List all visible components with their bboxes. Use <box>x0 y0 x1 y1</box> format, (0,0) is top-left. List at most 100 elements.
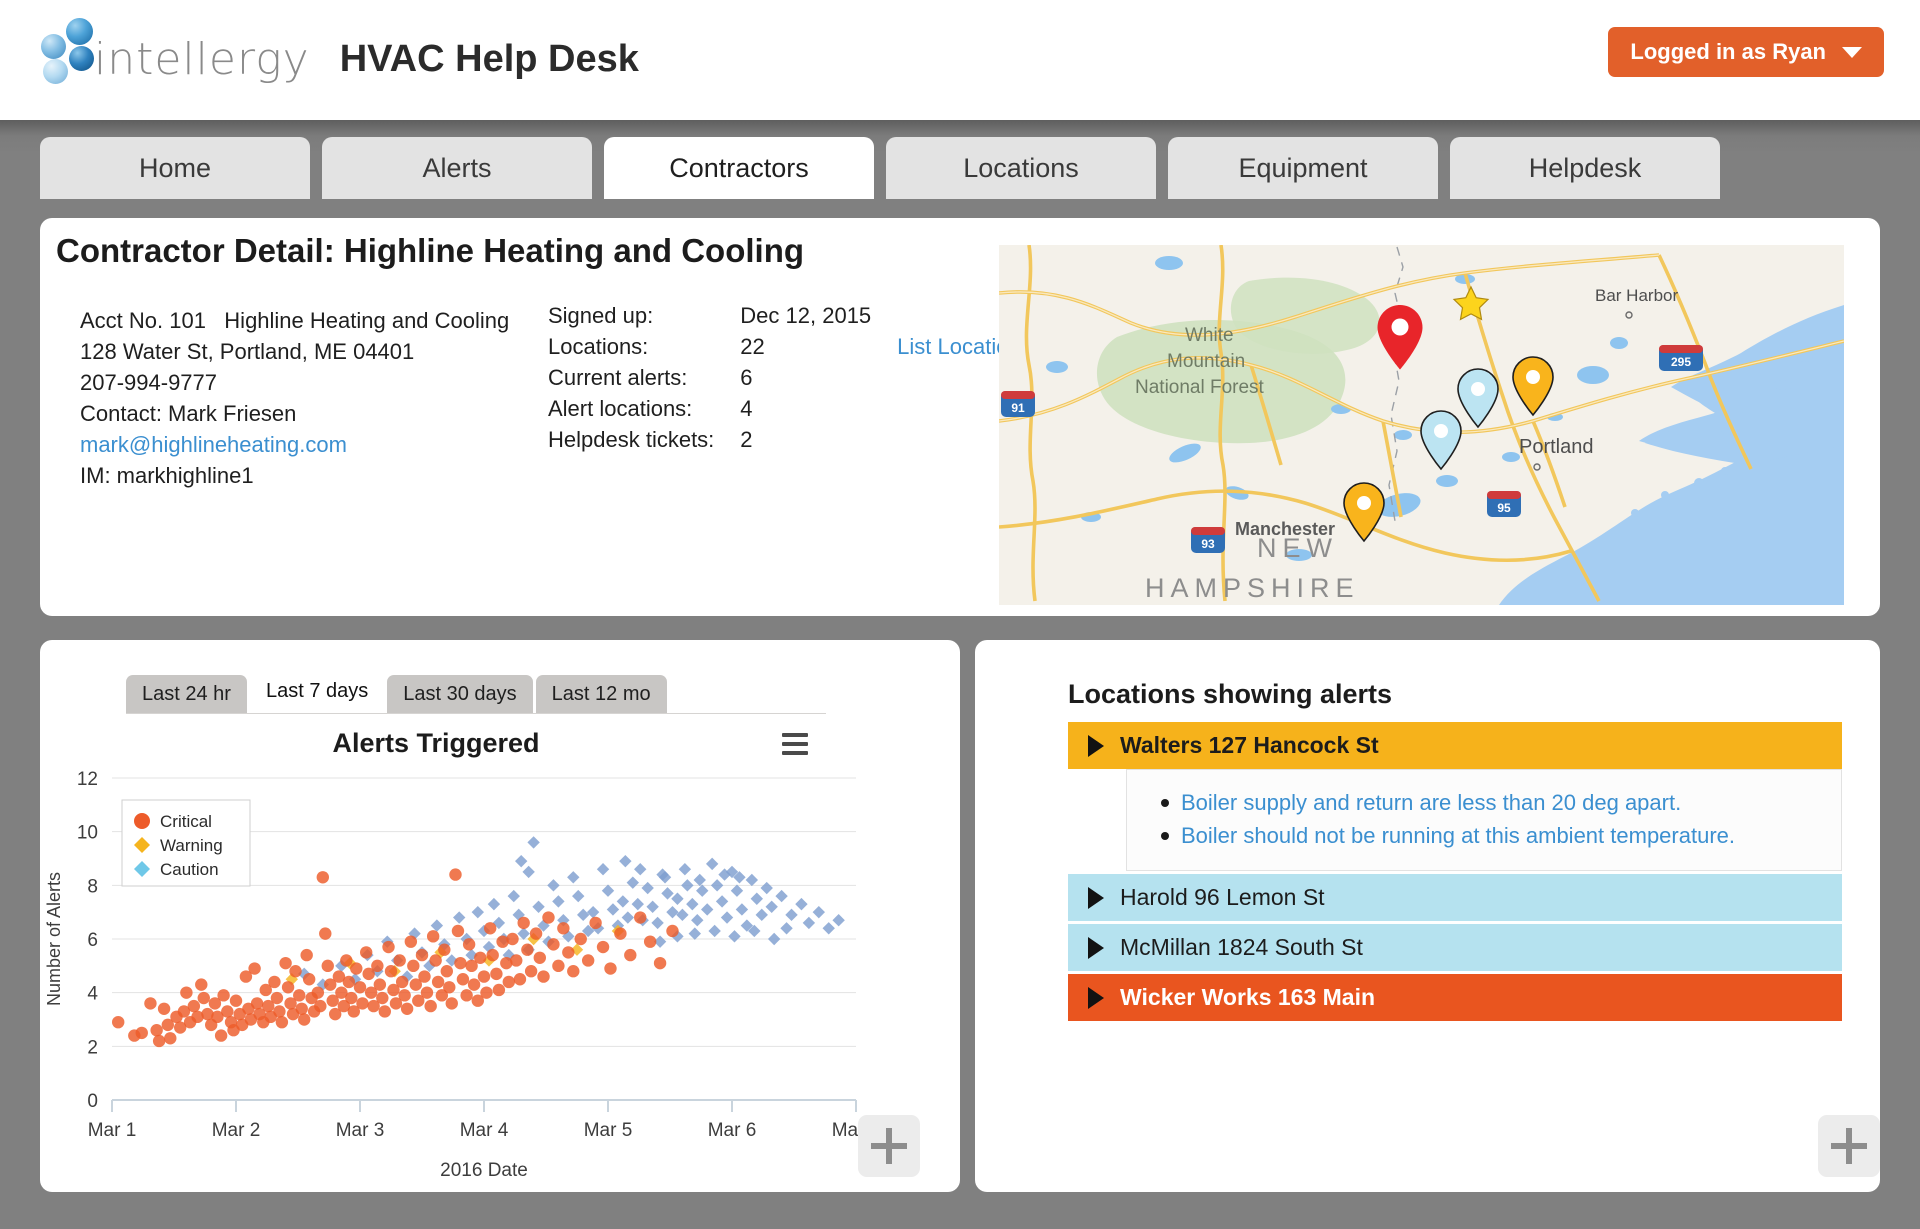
nav-tab-locations[interactable]: Locations <box>886 137 1156 199</box>
stat-label-locations: Locations: <box>548 334 649 359</box>
svg-text:2: 2 <box>87 1037 98 1058</box>
nav-tab-home[interactable]: Home <box>40 137 310 199</box>
alert-row-label: Harold 96 Lemon St <box>1120 884 1325 910</box>
svg-text:0: 0 <box>87 1091 98 1112</box>
nav-tab-contractors[interactable]: Contractors <box>604 137 874 199</box>
svg-text:Mar 5: Mar 5 <box>584 1120 633 1141</box>
expand-triangle-icon <box>1088 886 1104 909</box>
svg-text:8: 8 <box>87 876 98 897</box>
chart-add-button[interactable] <box>858 1115 920 1177</box>
stat-value-locations: 22 <box>740 334 765 359</box>
alerts-panel-title: Locations showing alerts <box>1068 679 1393 709</box>
alert-row-walters[interactable]: Walters 127 Hancock St <box>1068 722 1842 769</box>
alert-detail-walters: Boiler supply and return are less than 2… <box>1126 769 1842 871</box>
contractor-info-block: Acct No. 101 Highline Heating and Coolin… <box>80 305 509 491</box>
map-label-national-forest: National Forest <box>1135 377 1265 398</box>
stat-label-signed-up: Signed up: <box>548 303 654 328</box>
map-label-manchester: Manchester <box>1235 519 1335 539</box>
contractor-stats-table: Signed up: Dec 12, 2015 Locations: 22 Li… <box>548 305 1032 460</box>
map-canvas: 91 93 95 295 White Mountain National For… <box>999 245 1844 605</box>
svg-text:2016 Date: 2016 Date <box>440 1160 528 1181</box>
svg-text:Mar 3: Mar 3 <box>336 1120 385 1141</box>
stat-value-helpdesk-tickets: 2 <box>740 427 753 452</box>
highway-shield-295: 295 <box>1659 345 1703 371</box>
chart-title-wrap: Alerts Triggered <box>126 728 746 759</box>
stat-row-signed-up: Signed up: Dec 12, 2015 <box>548 305 1032 336</box>
nav-tab-alerts[interactable]: Alerts <box>322 137 592 199</box>
brand: intellergy HVAC Help Desk <box>36 12 639 84</box>
alert-row-label: Wicker Works 163 Main <box>1120 984 1376 1010</box>
alerts-add-button[interactable] <box>1818 1115 1880 1177</box>
contact-line: Contact: Mark Friesen <box>80 401 297 426</box>
chart-tab-last-30-days[interactable]: Last 30 days <box>387 675 533 714</box>
map-label-hampshire: HAMPSHIRE <box>1145 573 1360 603</box>
logo-wordmark: intellergy <box>94 34 310 85</box>
contact-email-link[interactable]: mark@highlineheating.com <box>80 432 347 457</box>
alert-row-label: Walters 127 Hancock St <box>1120 732 1379 758</box>
page-header: intellergy HVAC Help Desk Logged in as R… <box>0 0 1920 120</box>
im-line: IM: markhighline1 <box>80 463 254 488</box>
map-label-white: White <box>1185 325 1234 346</box>
svg-text:Mar 2: Mar 2 <box>212 1120 261 1141</box>
contractor-detail-title: Contractor Detail: Highline Heating and … <box>56 232 805 269</box>
expand-triangle-icon <box>1088 986 1104 1009</box>
chart-title: Alerts Triggered <box>332 728 540 758</box>
svg-text:Mar 6: Mar 6 <box>708 1120 757 1141</box>
map-label-bar-harbor: Bar Harbor <box>1595 286 1678 305</box>
stat-label-alert-locations: Alert locations: <box>548 396 693 421</box>
address-line: 128 Water St, Portland, ME 04401 <box>80 339 415 364</box>
locations-map[interactable]: 91 93 95 295 White Mountain National For… <box>999 245 1844 605</box>
nav-tab-equipment[interactable]: Equipment <box>1168 137 1438 199</box>
app-root: intellergy HVAC Help Desk Logged in as R… <box>0 0 1920 1229</box>
alert-row-mcmillan[interactable]: McMillan 1824 South St <box>1068 924 1842 971</box>
svg-text:Mar 4: Mar 4 <box>460 1120 509 1141</box>
svg-text:295: 295 <box>1671 355 1691 369</box>
alerts-location-list: Walters 127 Hancock St Boiler supply and… <box>1068 722 1842 1021</box>
hamburger-menu-icon[interactable] <box>782 733 808 760</box>
alert-row-wicker-works[interactable]: Wicker Works 163 Main <box>1068 974 1842 1021</box>
stat-value-signed-up: Dec 12, 2015 <box>740 303 872 328</box>
svg-text:Critical: Critical <box>160 812 212 831</box>
stat-row-helpdesk-tickets: Helpdesk tickets: 2 <box>548 429 1032 460</box>
alert-message[interactable]: Boiler should not be running at this amb… <box>1127 819 1841 852</box>
chart-tab-last-24-hr[interactable]: Last 24 hr <box>126 675 247 714</box>
map-label-mountain: Mountain <box>1167 351 1245 372</box>
stat-label-helpdesk-tickets: Helpdesk tickets: <box>548 427 715 452</box>
svg-text:12: 12 <box>77 769 98 790</box>
stat-row-current-alerts: Current alerts: 6 <box>548 367 1032 398</box>
svg-text:4: 4 <box>87 984 98 1005</box>
app-title: HVAC Help Desk <box>339 38 639 80</box>
svg-text:6: 6 <box>87 930 98 951</box>
svg-text:Mar 1: Mar 1 <box>88 1120 137 1141</box>
logged-in-user-button[interactable]: Logged in as Ryan <box>1608 27 1884 77</box>
main-navigation: Home Alerts Contractors Locations Equipm… <box>40 137 1720 199</box>
svg-text:10: 10 <box>77 823 98 844</box>
map-label-portland: Portland <box>1519 436 1594 458</box>
account-line: Acct No. 101 Highline Heating and Coolin… <box>80 308 510 333</box>
svg-text:Caution: Caution <box>160 860 219 879</box>
alert-row-harold[interactable]: Harold 96 Lemon St <box>1068 874 1842 921</box>
chart-tabs-divider <box>126 713 826 714</box>
svg-text:93: 93 <box>1201 537 1215 551</box>
chart-tab-last-12-mo[interactable]: Last 12 mo <box>535 675 667 714</box>
svg-text:95: 95 <box>1497 501 1511 515</box>
alerts-scatter-chart[interactable]: 0 2 4 6 8 10 12 Mar 1 Mar 2 Mar 3 Mar 4 Mar 5 Mar 6M… <box>40 766 880 1186</box>
nav-tab-helpdesk[interactable]: Helpdesk <box>1450 137 1720 199</box>
contractor-stats-block: Signed up: Dec 12, 2015 Locations: 22 Li… <box>548 305 1032 460</box>
highway-shield-95: 95 <box>1487 491 1521 517</box>
intellergy-bubbles-logo-icon <box>36 12 98 84</box>
stat-row-alert-locations: Alert locations: 4 <box>548 398 1032 429</box>
stat-label-current-alerts: Current alerts: <box>548 365 688 390</box>
expand-triangle-icon <box>1088 734 1104 757</box>
svg-text:91: 91 <box>1011 401 1025 415</box>
svg-text:Warning: Warning <box>160 836 223 855</box>
phone-line: 207-994-9777 <box>80 370 218 395</box>
chevron-down-icon <box>1842 46 1862 58</box>
expand-triangle-icon <box>1088 936 1104 959</box>
stat-value-current-alerts: 6 <box>740 365 753 390</box>
highway-shield-93: 93 <box>1191 527 1225 553</box>
scatter-svg: 024681012Mar 1 Mar 2 Mar 3 Mar 4 Mar 5 Mar 6M… <box>44 769 880 1181</box>
alert-message[interactable]: Boiler supply and return are less than 2… <box>1127 786 1841 819</box>
stat-row-locations: Locations: 22 List Locations <box>548 336 1032 367</box>
chart-tab-last-7-days[interactable]: Last 7 days <box>249 672 385 714</box>
